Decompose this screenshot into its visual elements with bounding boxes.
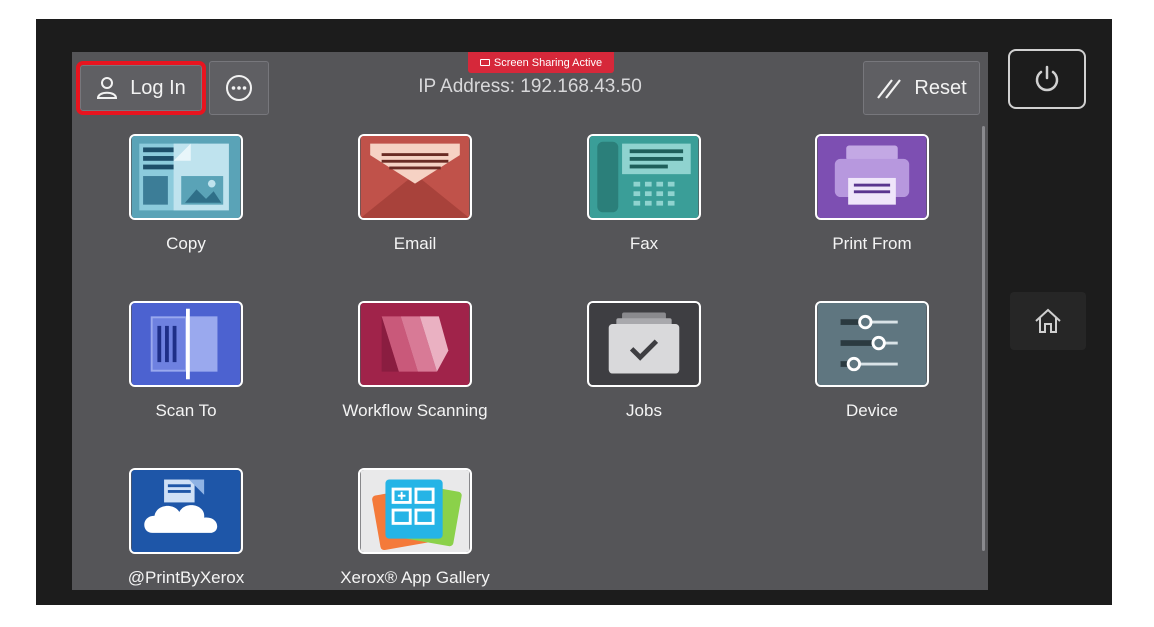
login-label: Log In (130, 76, 186, 99)
app-email[interactable]: Email (315, 134, 515, 284)
more-options-button[interactable] (209, 61, 269, 115)
scrollbar[interactable] (982, 126, 985, 551)
app-label-scan-to: Scan To (155, 401, 217, 420)
app-copy[interactable]: Copy (86, 134, 286, 284)
cloud-print-icon (129, 468, 243, 554)
home-icon (1035, 308, 1061, 333)
scan-to-icon (129, 301, 243, 387)
app-jobs[interactable]: Jobs (544, 301, 744, 451)
login-button[interactable]: Log In (76, 61, 206, 115)
app-workflow-scanning[interactable]: Workflow Scanning (315, 301, 515, 451)
printer-icon (815, 134, 929, 220)
user-icon (97, 77, 118, 99)
app-device[interactable]: Device (772, 301, 972, 451)
app-scan-to[interactable]: Scan To (86, 301, 286, 451)
reset-slash-icon (877, 79, 902, 99)
reset-button[interactable]: Reset (863, 61, 980, 115)
workflow-scanning-icon (358, 301, 472, 387)
device-settings-icon (815, 301, 929, 387)
app-xerox-app-gallery[interactable]: Xerox® App Gallery (315, 468, 515, 618)
home-button[interactable] (1010, 292, 1086, 350)
screen-sharing-text: Screen Sharing Active (493, 56, 603, 69)
screen-sharing-banner: Screen Sharing Active (468, 52, 614, 73)
app-label-device: Device (846, 401, 898, 420)
app-label-printbyxerox: @PrintByXerox (127, 568, 245, 587)
app-label-jobs: Jobs (626, 401, 662, 420)
power-icon (1035, 65, 1059, 92)
app-print-from[interactable]: Print From (772, 134, 972, 284)
jobs-icon (587, 301, 701, 387)
screen-share-icon (479, 59, 490, 66)
app-label-copy: Copy (166, 234, 206, 253)
ip-address: IP Address: 192.168.43.50 (418, 76, 642, 97)
app-label-xerox-app-gallery: Xerox® App Gallery (340, 568, 490, 587)
copy-icon (129, 134, 243, 220)
fax-icon (587, 134, 701, 220)
app-label-workflow-scanning: Workflow Scanning (342, 401, 488, 420)
app-fax[interactable]: Fax (544, 134, 744, 284)
power-button[interactable] (1008, 49, 1086, 109)
more-dots-icon (226, 75, 252, 101)
app-label-fax: Fax (629, 234, 659, 253)
app-printbyxerox[interactable]: @PrintByXerox (86, 468, 286, 618)
app-label-email: Email (393, 234, 437, 253)
app-gallery-icon (358, 468, 472, 554)
reset-label: Reset (914, 76, 967, 99)
app-label-print-from: Print From (832, 234, 912, 253)
email-icon (358, 134, 472, 220)
